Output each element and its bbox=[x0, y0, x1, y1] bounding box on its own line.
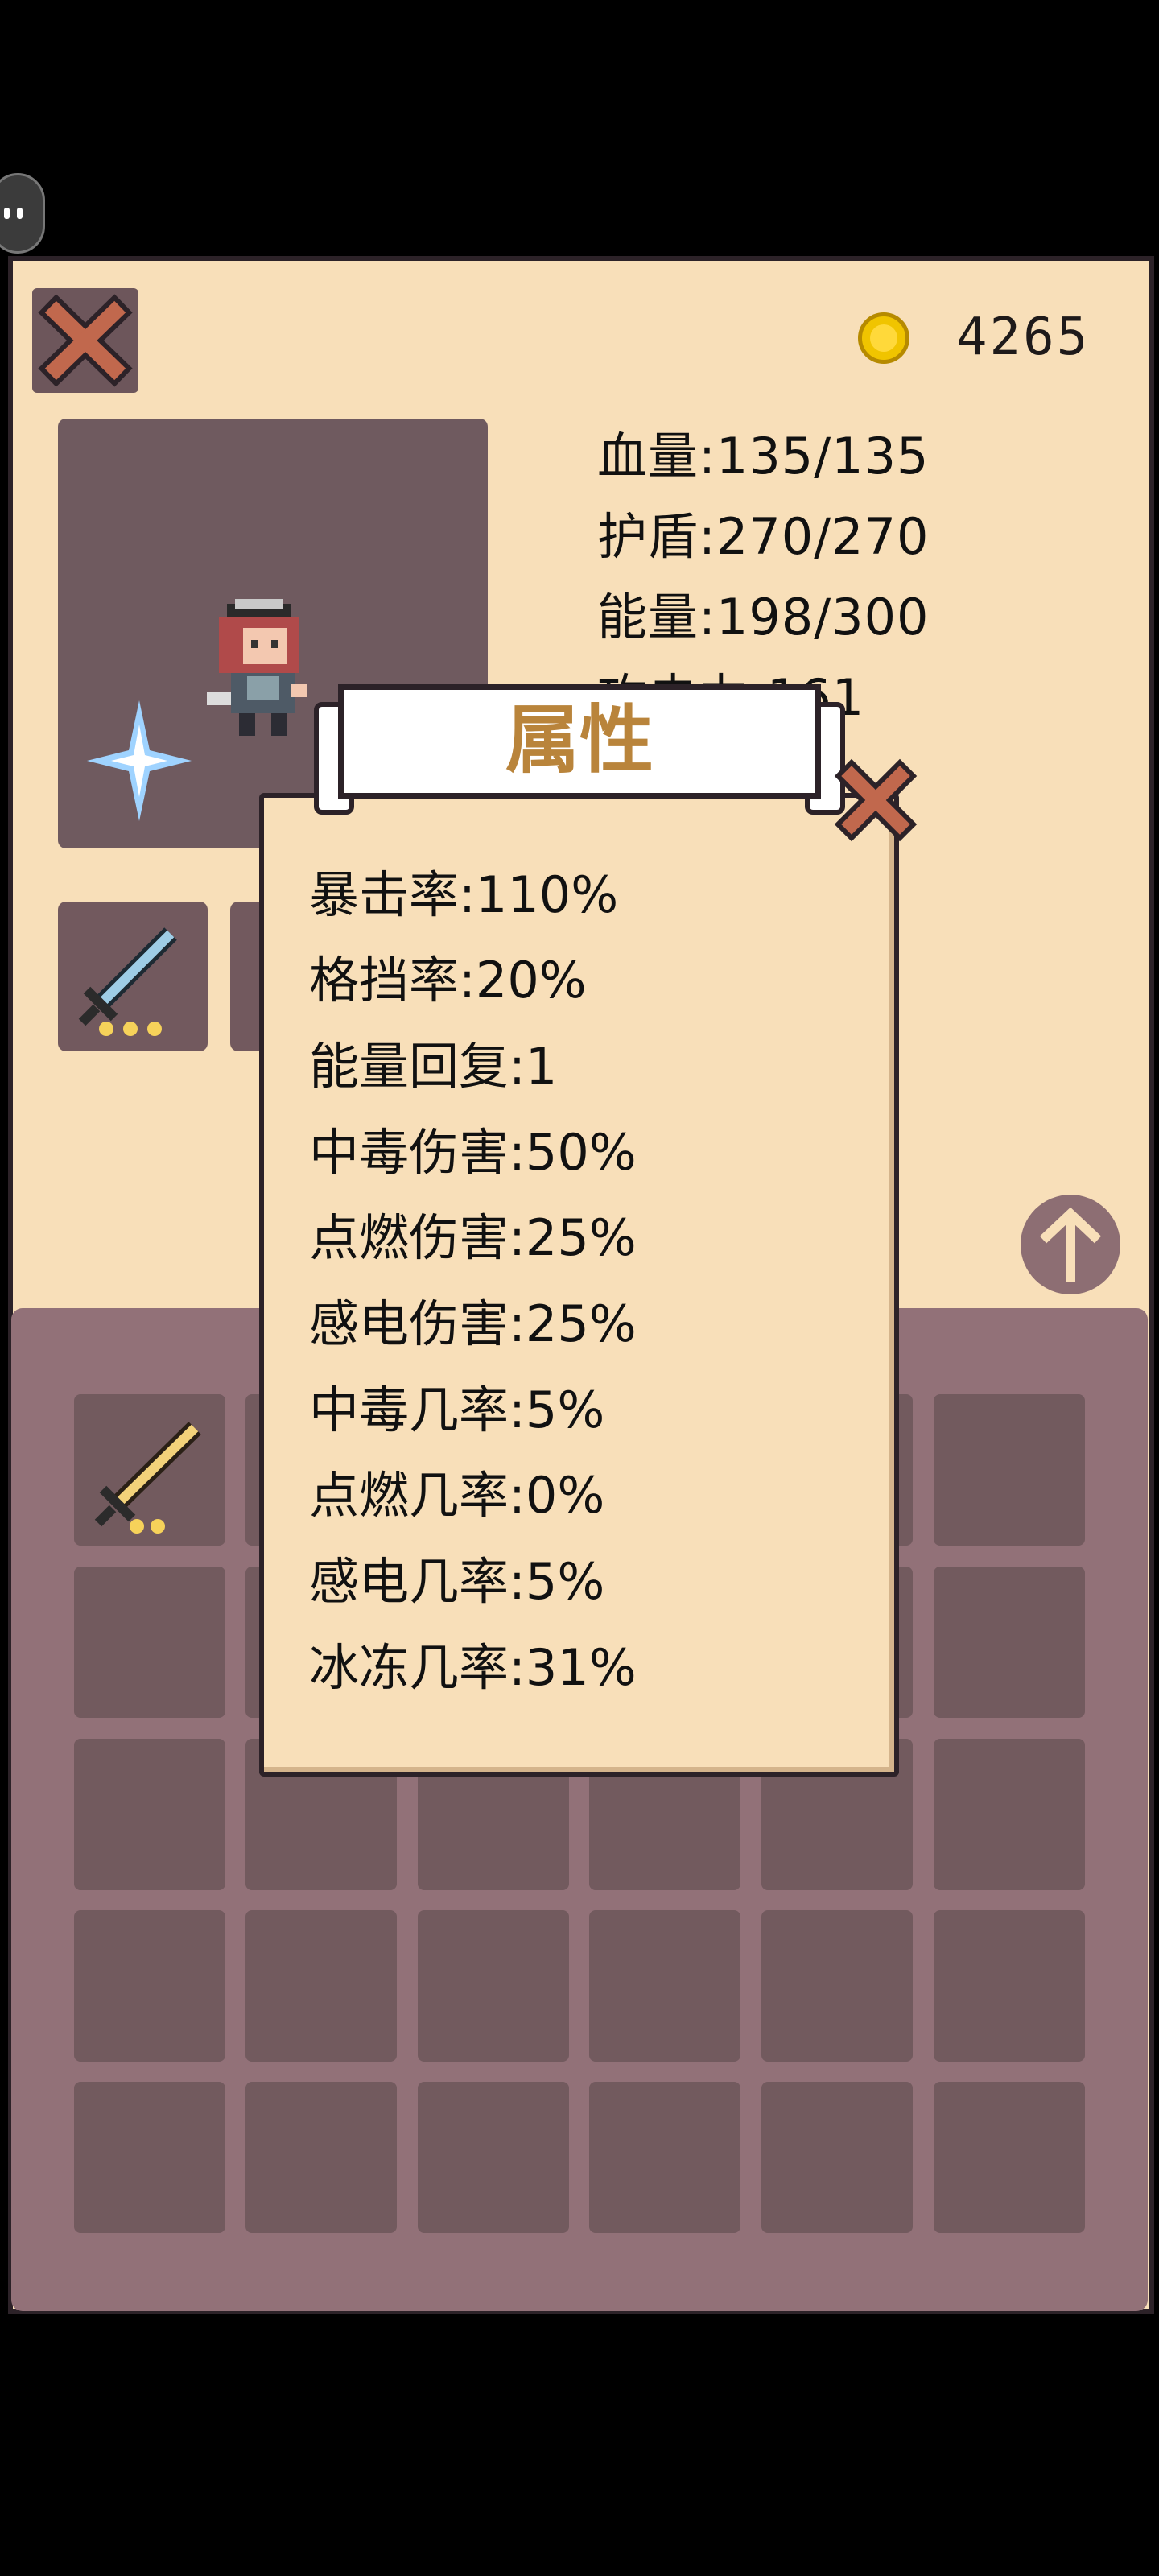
attr-shock-chance: 感电几率:5% bbox=[309, 1552, 605, 1611]
popup-title: 属性 bbox=[505, 697, 654, 783]
inventory-slot[interactable] bbox=[418, 1910, 569, 2062]
stat-hp: 血量:135/135 bbox=[597, 427, 930, 485]
inventory-slot[interactable] bbox=[589, 1910, 740, 2062]
inventory-slot[interactable] bbox=[761, 2082, 913, 2233]
gold-sword-icon bbox=[94, 1422, 201, 1534]
inventory-slot[interactable] bbox=[589, 2082, 740, 2233]
character-sprite bbox=[207, 599, 307, 736]
attr-burn-damage: 点燃伤害:25% bbox=[309, 1208, 637, 1267]
sparkle-icon bbox=[87, 700, 192, 821]
inventory-slot[interactable] bbox=[934, 1910, 1085, 2062]
attr-freeze-chance: 冰冻几率:31% bbox=[309, 1638, 637, 1697]
attr-block-rate: 格挡率:20% bbox=[309, 951, 587, 1009]
equip-slot-weapon[interactable] bbox=[58, 902, 208, 1051]
attr-crit-rate: 暴击率:110% bbox=[309, 865, 619, 924]
inventory-slot[interactable] bbox=[245, 1910, 397, 2062]
silver-sword-icon bbox=[78, 927, 177, 1036]
inventory-slot[interactable] bbox=[74, 1910, 225, 2062]
close-x-icon bbox=[38, 294, 133, 387]
attr-energy-regen: 能量回复:1 bbox=[309, 1037, 558, 1096]
stat-energy: 能量:198/300 bbox=[597, 588, 930, 646]
attributes-popup: 暴击率:110% 格挡率:20% 能量回复:1 中毒伤害:50% 点燃伤害:25… bbox=[259, 793, 899, 1777]
inventory-slot[interactable] bbox=[74, 2082, 225, 2233]
inventory-slot[interactable] bbox=[418, 2082, 569, 2233]
attr-shock-damage: 感电伤害:25% bbox=[309, 1294, 637, 1353]
stat-shield: 护盾:270/270 bbox=[597, 507, 930, 566]
inventory-slot-1[interactable] bbox=[74, 1394, 225, 1546]
gold-coin-icon bbox=[858, 312, 909, 364]
inventory-slot[interactable] bbox=[934, 1394, 1085, 1546]
upgrade-button[interactable] bbox=[1021, 1195, 1120, 1294]
inventory-slot[interactable] bbox=[934, 2082, 1085, 2233]
close-x-icon bbox=[834, 758, 918, 842]
inventory-slot[interactable] bbox=[74, 1739, 225, 1890]
arrow-up-icon bbox=[1039, 1207, 1102, 1282]
panel-close-button[interactable] bbox=[32, 288, 138, 393]
inventory-slot[interactable] bbox=[934, 1739, 1085, 1890]
inventory-slot[interactable] bbox=[761, 1910, 913, 2062]
inventory-slot[interactable] bbox=[934, 1567, 1085, 1718]
attr-burn-chance: 点燃几率:0% bbox=[309, 1466, 605, 1525]
inventory-slot[interactable] bbox=[74, 1567, 225, 1718]
attr-poison-chance: 中毒几率:5% bbox=[309, 1381, 605, 1439]
inventory-slot[interactable] bbox=[245, 2082, 397, 2233]
attr-poison-damage: 中毒伤害:50% bbox=[309, 1123, 637, 1182]
coin-count: 4265 bbox=[956, 308, 1091, 367]
popup-close-button[interactable] bbox=[829, 753, 922, 847]
floating-assistant-icon[interactable] bbox=[0, 173, 45, 254]
popup-title-banner: 属性 bbox=[338, 684, 821, 799]
